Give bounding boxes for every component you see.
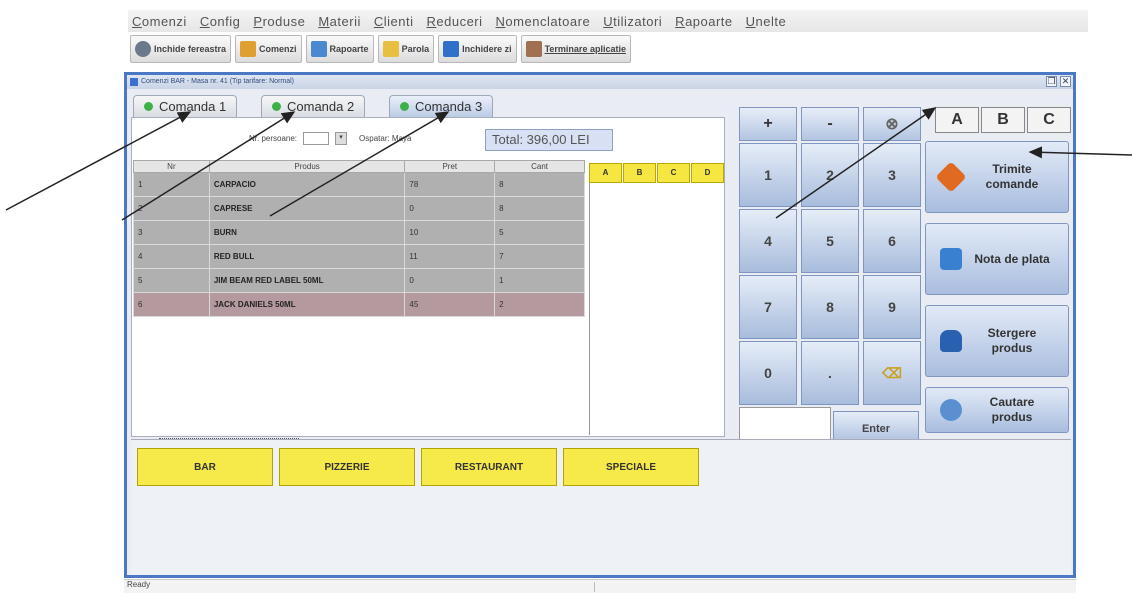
annotation-arrow bbox=[1028, 146, 1132, 159]
annotation-arrows bbox=[5, 107, 1132, 221]
annotation-arrow bbox=[121, 111, 296, 221]
annotation-arrow bbox=[775, 107, 937, 219]
annotation-arrow bbox=[269, 111, 450, 217]
